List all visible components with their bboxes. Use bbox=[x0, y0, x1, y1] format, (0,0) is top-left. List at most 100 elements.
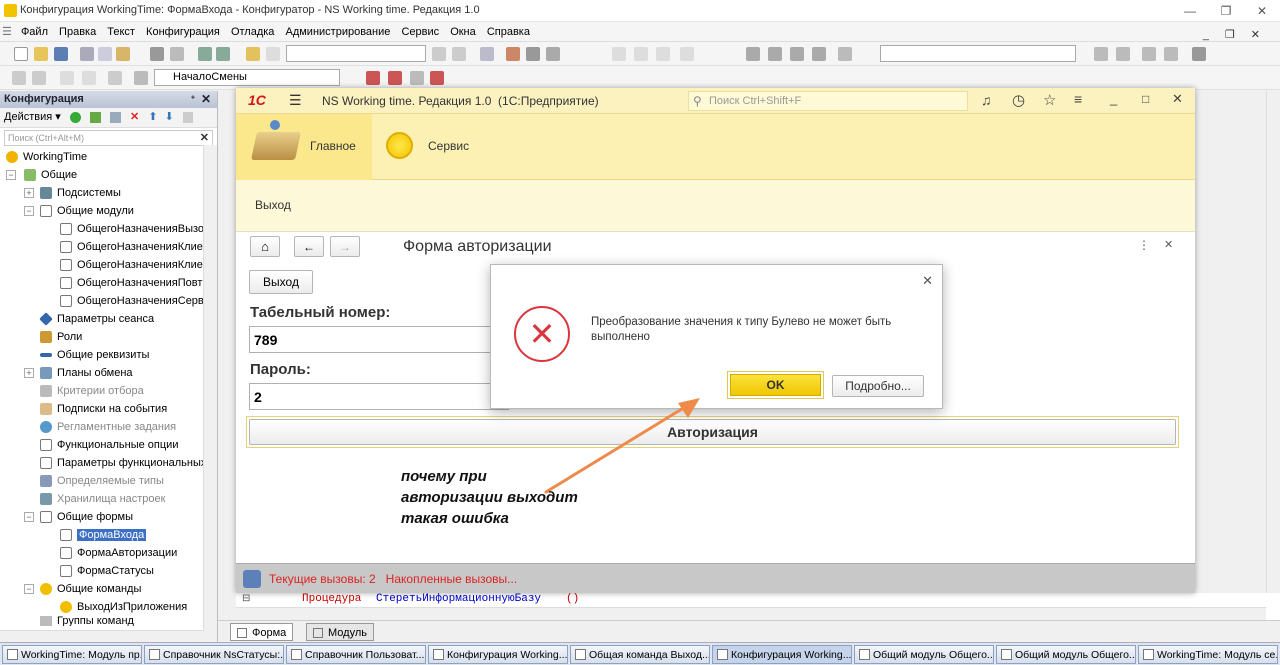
menu-help[interactable]: Справка bbox=[483, 23, 534, 41]
menu-debug[interactable]: Отладка bbox=[227, 23, 278, 41]
undo-icon[interactable] bbox=[198, 47, 212, 61]
eval-icon[interactable] bbox=[680, 47, 694, 61]
tree-item[interactable]: Планы обмена bbox=[40, 364, 133, 382]
move-down-icon[interactable]: ⬇ bbox=[165, 110, 174, 123]
tree-item[interactable]: Параметры сеанса bbox=[39, 310, 154, 328]
search-next-icon[interactable] bbox=[432, 47, 446, 61]
enterprise-close-icon[interactable]: ✕ bbox=[1172, 91, 1183, 107]
menu-windows[interactable]: Окна bbox=[446, 23, 480, 41]
expand-icon[interactable]: + bbox=[24, 188, 34, 198]
search-combo[interactable] bbox=[286, 45, 426, 62]
delete-icon[interactable]: ✕ bbox=[130, 110, 139, 123]
history-icon[interactable]: ◷ bbox=[1012, 91, 1025, 109]
collapse-icon[interactable]: − bbox=[24, 584, 34, 594]
tab-form[interactable]: Форма bbox=[230, 623, 294, 641]
tree-item[interactable]: ОбщегоНазначенияСерве bbox=[60, 292, 210, 310]
stepover-icon[interactable] bbox=[634, 47, 648, 61]
actions-menu[interactable]: Действия ▾ bbox=[4, 111, 61, 123]
taskbar-item[interactable]: WorkingTime: Модуль пр... bbox=[2, 645, 142, 664]
search-icon[interactable] bbox=[266, 47, 280, 61]
maximize-button[interactable]: ❐ bbox=[1208, 0, 1244, 22]
window4-icon[interactable] bbox=[812, 47, 826, 61]
form-exit-button[interactable]: Выход bbox=[249, 270, 313, 294]
properties-icon[interactable] bbox=[182, 111, 193, 123]
section-service[interactable]: Сервис bbox=[372, 114, 492, 180]
menu-administration[interactable]: Администрирование bbox=[281, 23, 394, 41]
cut-icon[interactable] bbox=[80, 47, 94, 61]
forward-button[interactable]: → bbox=[330, 236, 360, 257]
nav2-icon[interactable] bbox=[388, 71, 402, 85]
procedure-combo[interactable]: НачалоСмены bbox=[154, 69, 340, 86]
module-icon[interactable] bbox=[12, 71, 26, 85]
enterprise-minimize-icon[interactable]: _ bbox=[1110, 91, 1117, 106]
tree-item[interactable]: Определяемые типы bbox=[40, 472, 164, 490]
code-editor[interactable]: ⊟ Процедура СтеретьИнформационнуюБазу () bbox=[236, 593, 1280, 623]
tree-item-selected[interactable]: ФормаВхода bbox=[60, 526, 147, 544]
tree-item[interactable]: Общие команды bbox=[40, 580, 141, 598]
uncomment-icon[interactable] bbox=[82, 71, 96, 85]
taskbar-item[interactable]: Общий модуль Общего... bbox=[996, 645, 1136, 664]
taskbar-item[interactable]: WorkingTime: Модуль се... bbox=[1138, 645, 1278, 664]
comment-icon[interactable] bbox=[60, 71, 74, 85]
tree-item[interactable]: Критерии отбора bbox=[40, 382, 144, 400]
menu-file[interactable]: Файл bbox=[17, 23, 52, 41]
collapse-icon[interactable]: − bbox=[24, 206, 34, 216]
stepinto-icon[interactable] bbox=[612, 47, 626, 61]
panel-pin-icon[interactable]: ᐩ bbox=[191, 93, 195, 106]
collapse-icon[interactable]: − bbox=[6, 170, 16, 180]
menu-text[interactable]: Текст bbox=[103, 23, 139, 41]
tree-item[interactable]: ФормаСтатусы bbox=[60, 562, 154, 580]
configuration-search-input[interactable]: Поиск (Ctrl+Alt+M) ✕ bbox=[4, 130, 213, 146]
breakpoint-icon[interactable] bbox=[526, 47, 540, 61]
menu-configuration[interactable]: Конфигурация bbox=[142, 23, 224, 41]
menu-service[interactable]: Сервис bbox=[397, 23, 443, 41]
tree-item[interactable]: ОбщегоНазначенияВызов bbox=[60, 220, 210, 238]
save-icon[interactable] bbox=[54, 47, 68, 61]
global-search-combo[interactable] bbox=[880, 45, 1076, 62]
layout1-icon[interactable] bbox=[1094, 47, 1108, 61]
replace-icon[interactable] bbox=[480, 47, 494, 61]
tree-item[interactable]: Параметры функциональных bbox=[40, 454, 206, 472]
add-icon[interactable] bbox=[69, 111, 81, 123]
enterprise-maximize-icon[interactable]: □ bbox=[1142, 92, 1149, 106]
paste-icon[interactable] bbox=[116, 47, 130, 61]
tree-item[interactable]: Группы команд bbox=[40, 616, 134, 626]
authorization-button[interactable]: Авторизация bbox=[249, 419, 1176, 445]
search-prev-icon[interactable] bbox=[452, 47, 466, 61]
code-collapse-icon[interactable]: ⊟ bbox=[242, 593, 250, 604]
stepout-icon[interactable] bbox=[656, 47, 670, 61]
taskbar-item[interactable]: Общая команда Выход... bbox=[570, 645, 710, 664]
close-button[interactable]: ✕ bbox=[1244, 0, 1280, 22]
nav4-icon[interactable] bbox=[430, 71, 444, 85]
bell-icon[interactable]: ♫ bbox=[981, 92, 992, 108]
open-icon[interactable] bbox=[34, 47, 48, 61]
copy-icon[interactable] bbox=[98, 47, 112, 61]
tree-item[interactable]: Общие модули bbox=[40, 202, 134, 220]
move-up-icon[interactable]: ⬆ bbox=[148, 110, 157, 123]
details-button[interactable]: Подробно... bbox=[832, 375, 924, 397]
tree-item[interactable]: ВыходИзПриложения bbox=[60, 598, 187, 616]
nav1-icon[interactable] bbox=[366, 71, 380, 85]
layout3-icon[interactable] bbox=[1142, 47, 1156, 61]
section-main[interactable]: Главное bbox=[236, 114, 372, 180]
collapse-icon[interactable]: − bbox=[24, 512, 34, 522]
taskbar-item[interactable]: Справочник Пользоват... bbox=[286, 645, 426, 664]
tree-item[interactable]: Хранилища настроек bbox=[40, 490, 165, 508]
procedure-icon[interactable] bbox=[134, 71, 148, 85]
run-icon[interactable] bbox=[546, 47, 560, 61]
taskbar-item[interactable]: Общий модуль Общего... bbox=[854, 645, 994, 664]
tree-item[interactable]: ОбщегоНазначенияКлиен bbox=[60, 238, 209, 256]
tree-item[interactable]: Общие реквизиты bbox=[40, 346, 149, 364]
redo-icon[interactable] bbox=[216, 47, 230, 61]
tree-scrollbar[interactable] bbox=[203, 145, 217, 644]
tree-item[interactable]: Функциональные опции bbox=[40, 436, 178, 454]
print-icon[interactable] bbox=[150, 47, 164, 61]
preview-icon[interactable] bbox=[170, 47, 184, 61]
password-input[interactable]: 2 bbox=[249, 383, 509, 410]
minimize-button[interactable]: — bbox=[1172, 0, 1208, 22]
editor-scrollbar[interactable] bbox=[1266, 91, 1280, 620]
new-icon[interactable] bbox=[14, 47, 28, 61]
tree-item[interactable]: Роли bbox=[40, 328, 82, 346]
tree-item[interactable]: Регламентные задания bbox=[40, 418, 176, 436]
calls-icon[interactable] bbox=[243, 570, 261, 588]
